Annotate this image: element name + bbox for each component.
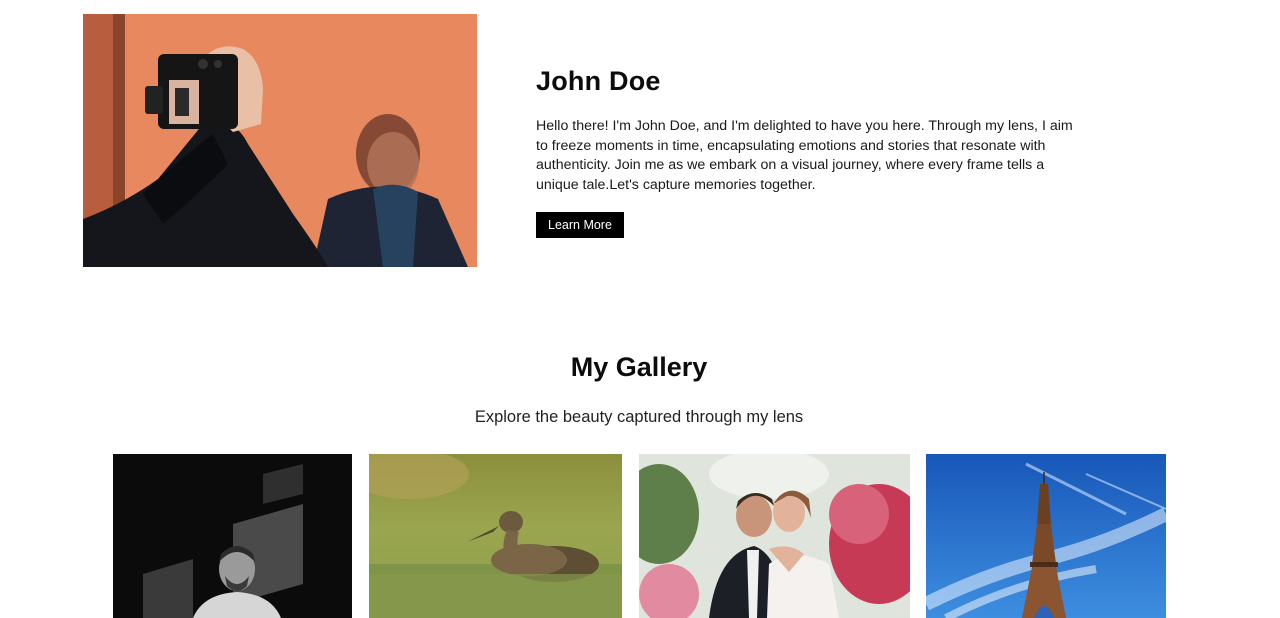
gallery-title: My Gallery bbox=[570, 352, 708, 382]
gallery-image-portrait[interactable] bbox=[113, 454, 352, 618]
hero-title: John Doe bbox=[536, 66, 661, 96]
page: John Doe Hello there! I'm John Doe, and … bbox=[0, 0, 1280, 618]
learn-more-button[interactable]: Learn More bbox=[536, 212, 624, 239]
gallery-image-wedding-couple[interactable] bbox=[639, 454, 910, 618]
hero-bio: Hello there! I'm John Doe, and I'm delig… bbox=[536, 118, 1073, 193]
gallery-image-eiffel-tower[interactable] bbox=[926, 454, 1166, 618]
gallery-image-duck[interactable] bbox=[369, 454, 622, 618]
hero-text-block: John Doe Hello there! I'm John Doe, and … bbox=[536, 66, 1096, 239]
gallery-subtitle: Explore the beauty captured through my l… bbox=[474, 408, 804, 426]
hero-photographer-image bbox=[83, 14, 477, 267]
